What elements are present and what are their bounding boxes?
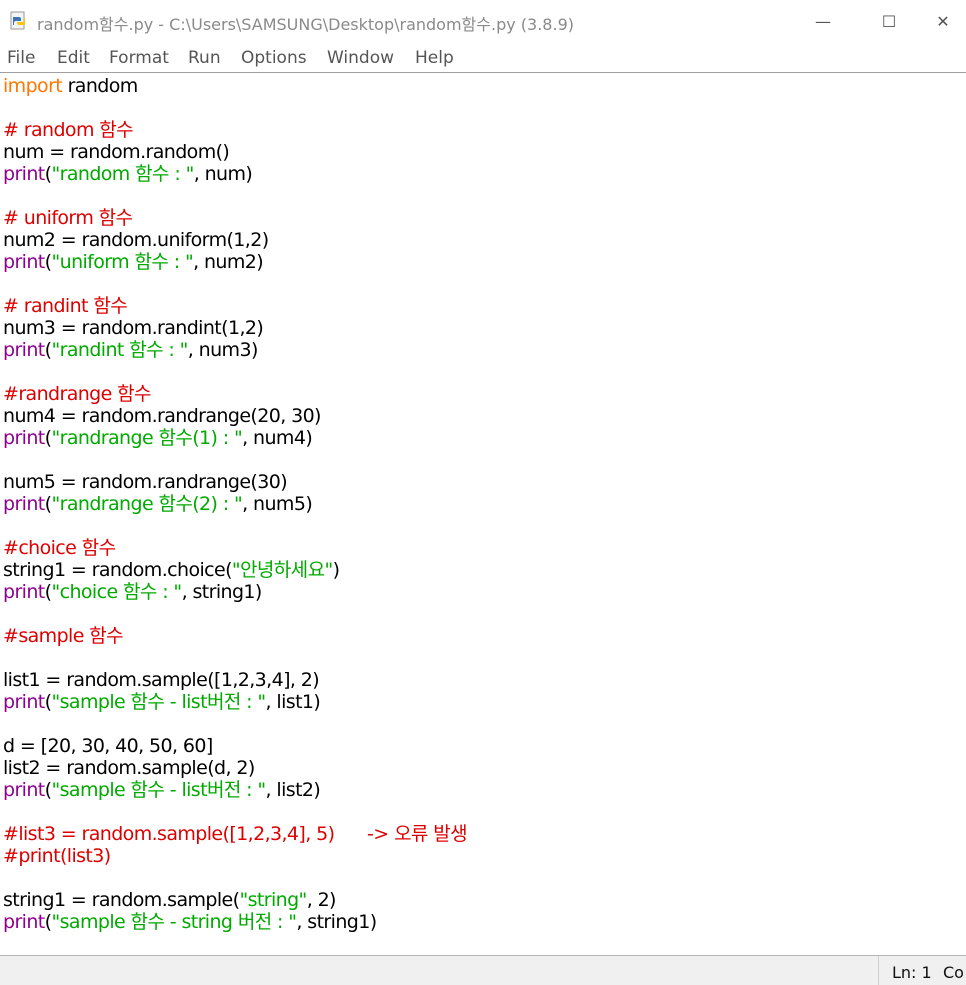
code-line: print("randint 함수 : ", num3) <box>3 339 258 361</box>
code-line: print("sample 함수 - list버전 : ", list2) <box>3 779 321 801</box>
code-text: random <box>62 75 139 97</box>
menu-options[interactable]: Options <box>241 48 307 68</box>
code-text: , 2) <box>306 889 337 911</box>
code-line: print("randrange 함수(1) : ", num4) <box>3 427 313 449</box>
code-builtin: print <box>3 581 45 603</box>
menu-bar: File Edit Format Run Options Window Help <box>0 44 966 73</box>
code-string: "random 함수 : " <box>51 163 194 185</box>
code-string: "choice 함수 : " <box>51 581 182 603</box>
code-text: , num5) <box>242 493 313 515</box>
code-comment: #randrange 함수 <box>3 383 152 405</box>
menu-run[interactable]: Run <box>188 48 221 68</box>
code-line: num5 = random.randrange(30) <box>3 471 288 493</box>
menu-edit[interactable]: Edit <box>57 48 90 68</box>
status-line-number: Ln: 1 <box>892 963 932 982</box>
maximize-button[interactable]: ☐ <box>866 0 912 42</box>
code-builtin: print <box>3 779 45 801</box>
code-comment: # random 함수 <box>3 119 134 141</box>
code-text: ) <box>332 559 340 581</box>
code-line: print("sample 함수 - list버전 : ", list1) <box>3 691 321 713</box>
code-line: import random <box>3 75 138 97</box>
code-string: "안녕하세요" <box>231 559 333 581</box>
code-string: "sample 함수 - list버전 : " <box>51 691 266 713</box>
status-bar: Ln: 1 Co <box>0 955 966 985</box>
code-line: list2 = random.sample(d, 2) <box>3 757 255 779</box>
menu-window[interactable]: Window <box>327 48 394 68</box>
maximize-icon: ☐ <box>881 11 897 31</box>
code-line: print("uniform 함수 : ", num2) <box>3 251 264 273</box>
code-line: print("sample 함수 - string 버전 : ", string… <box>3 911 377 933</box>
code-comment: #choice 함수 <box>3 537 116 559</box>
code-text: string1 = random.choice( <box>3 559 233 581</box>
code-line: num2 = random.uniform(1,2) <box>3 229 269 251</box>
code-line: num3 = random.randint(1,2) <box>3 317 264 339</box>
code-text: , string1) <box>296 911 377 933</box>
menu-format[interactable]: Format <box>109 48 169 68</box>
code-line: num = random.random() <box>3 141 230 163</box>
title-bar: random함수.py - C:\Users\SAMSUNG\Desktop\r… <box>0 0 966 42</box>
close-button[interactable]: ✕ <box>920 0 966 42</box>
code-line: print("choice 함수 : ", string1) <box>3 581 262 603</box>
code-string: "randint 함수 : " <box>51 339 188 361</box>
code-comment: #sample 함수 <box>3 625 124 647</box>
code-line: num4 = random.randrange(20, 30) <box>3 405 321 427</box>
code-string: "uniform 함수 : " <box>51 251 194 273</box>
code-keyword: import <box>3 75 63 97</box>
menu-help[interactable]: Help <box>415 48 454 68</box>
code-string: "sample 함수 - string 버전 : " <box>51 911 297 933</box>
menu-file[interactable]: File <box>7 48 35 68</box>
code-string: "sample 함수 - list버전 : " <box>51 779 266 801</box>
code-text: string1 = random.sample( <box>3 889 240 911</box>
code-text: , num) <box>193 163 253 185</box>
code-builtin: print <box>3 493 45 515</box>
window-title: random함수.py - C:\Users\SAMSUNG\Desktop\r… <box>37 15 574 34</box>
code-line: list1 = random.sample([1,2,3,4], 2) <box>3 669 320 691</box>
code-text: , string1) <box>181 581 263 603</box>
code-line: string1 = random.sample("string", 2) <box>3 889 336 911</box>
code-string: "randrange 함수(1) : " <box>51 427 243 449</box>
code-text: , num4) <box>242 427 313 449</box>
status-column: Co <box>943 963 964 982</box>
code-builtin: print <box>3 911 45 933</box>
code-string: "string" <box>239 889 307 911</box>
code-line: print("randrange 함수(2) : ", num5) <box>3 493 313 515</box>
code-builtin: print <box>3 339 45 361</box>
code-builtin: print <box>3 691 45 713</box>
code-builtin: print <box>3 427 45 449</box>
code-text: , num2) <box>193 251 264 273</box>
minimize-icon: — <box>815 11 831 31</box>
code-builtin: print <box>3 163 45 185</box>
code-editor[interactable]: import random # random 함수 num = random.r… <box>0 73 966 955</box>
code-builtin: print <box>3 251 45 273</box>
code-comment: # randint 함수 <box>3 295 128 317</box>
code-text: , list2) <box>265 779 321 801</box>
code-line: print("random 함수 : ", num) <box>3 163 253 185</box>
code-comment: #print(list3) <box>3 845 111 867</box>
close-icon: ✕ <box>936 11 950 31</box>
code-comment: #list3 = random.sample([1,2,3,4], 5) -> … <box>3 823 468 845</box>
code-string: "randrange 함수(2) : " <box>51 493 243 515</box>
status-separator <box>878 956 879 985</box>
python-file-icon <box>10 11 25 30</box>
code-line: string1 = random.choice("안녕하세요") <box>3 559 340 581</box>
code-text: , list1) <box>265 691 321 713</box>
code-comment: # uniform 함수 <box>3 207 133 229</box>
minimize-button[interactable]: — <box>800 0 846 42</box>
code-text: , num3) <box>187 339 259 361</box>
code-line: d = [20, 30, 40, 50, 60] <box>3 735 213 757</box>
